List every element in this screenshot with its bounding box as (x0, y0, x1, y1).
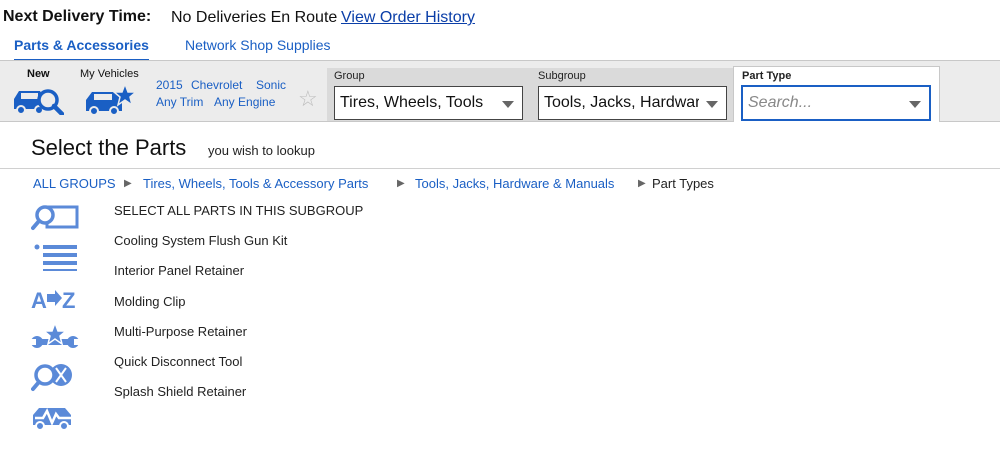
heading-divider (0, 168, 1000, 169)
list-item[interactable]: Quick Disconnect Tool (114, 354, 242, 369)
group-select-value: Tires, Wheels, Tools (340, 94, 484, 111)
vehicle-model-link[interactable]: Sonic (256, 78, 286, 92)
view-order-history-link[interactable]: View Order History (341, 9, 475, 27)
svg-text:Z: Z (62, 288, 75, 313)
search-tire-icon[interactable] (31, 362, 79, 397)
my-vehicles-label: My Vehicles (80, 68, 139, 80)
wrench-star-icon[interactable] (31, 320, 79, 359)
page-subtitle: you wish to lookup (208, 143, 315, 158)
select-all-parts-link[interactable]: SELECT ALL PARTS IN THIS SUBGROUP (114, 203, 363, 218)
delivery-time-label: Next Delivery Time: (3, 8, 152, 25)
chevron-down-icon (706, 101, 718, 108)
vehicle-trim-link[interactable]: Any Trim (156, 95, 203, 109)
breadcrumb-all-groups[interactable]: ALL GROUPS (33, 176, 116, 191)
vehicle-make-link[interactable]: Chevrolet (191, 78, 242, 92)
breadcrumb-current: Part Types (652, 176, 714, 191)
subgroup-select[interactable]: Tools, Jacks, Hardware & Manuals (538, 86, 727, 120)
subgroup-label: Subgroup (538, 70, 586, 82)
tab-network-shop-supplies[interactable]: Network Shop Supplies (185, 37, 331, 53)
breadcrumb-arrow-icon: ▶ (397, 178, 405, 189)
part-type-placeholder: Search... (748, 94, 813, 111)
vehicle-engine-link[interactable]: Any Engine (214, 95, 275, 109)
car-diagnostic-icon[interactable] (31, 403, 79, 436)
new-vehicle-search-icon[interactable] (12, 83, 65, 120)
group-label: Group (334, 70, 365, 82)
search-box-icon[interactable] (31, 203, 79, 236)
part-type-search-input[interactable]: Search... (741, 85, 931, 121)
breadcrumb-arrow-icon: ▶ (124, 178, 132, 189)
chevron-down-icon (502, 101, 514, 108)
a-to-z-icon[interactable]: A Z (31, 285, 79, 318)
breadcrumb-subgroup[interactable]: Tools, Jacks, Hardware & Manuals (415, 176, 614, 191)
group-select[interactable]: Tires, Wheels, Tools (334, 86, 523, 120)
list-icon[interactable] (31, 243, 79, 276)
page-title: Select the Parts (31, 135, 187, 160)
list-item[interactable]: Interior Panel Retainer (114, 263, 244, 278)
favorite-star-icon[interactable]: ☆ (298, 88, 318, 110)
tab-parts-accessories[interactable]: Parts & Accessories (14, 37, 149, 62)
part-type-label: Part Type (742, 70, 792, 82)
delivery-status: No Deliveries En Route (171, 9, 338, 26)
chevron-down-icon (909, 101, 921, 108)
list-item[interactable]: Splash Shield Retainer (114, 384, 246, 399)
list-item[interactable]: Multi-Purpose Retainer (114, 324, 247, 339)
list-item[interactable]: Cooling System Flush Gun Kit (114, 233, 287, 248)
vehicle-year-link[interactable]: 2015 (156, 78, 183, 92)
my-vehicles-icon[interactable] (84, 81, 139, 120)
svg-text:A: A (31, 288, 47, 313)
breadcrumb-group[interactable]: Tires, Wheels, Tools & Accessory Parts (143, 176, 368, 191)
breadcrumb-arrow-icon: ▶ (638, 178, 646, 189)
list-item[interactable]: Molding Clip (114, 294, 186, 309)
new-vehicle-label: New (27, 68, 50, 80)
subgroup-select-value: Tools, Jacks, Hardware & Manuals (544, 94, 699, 111)
